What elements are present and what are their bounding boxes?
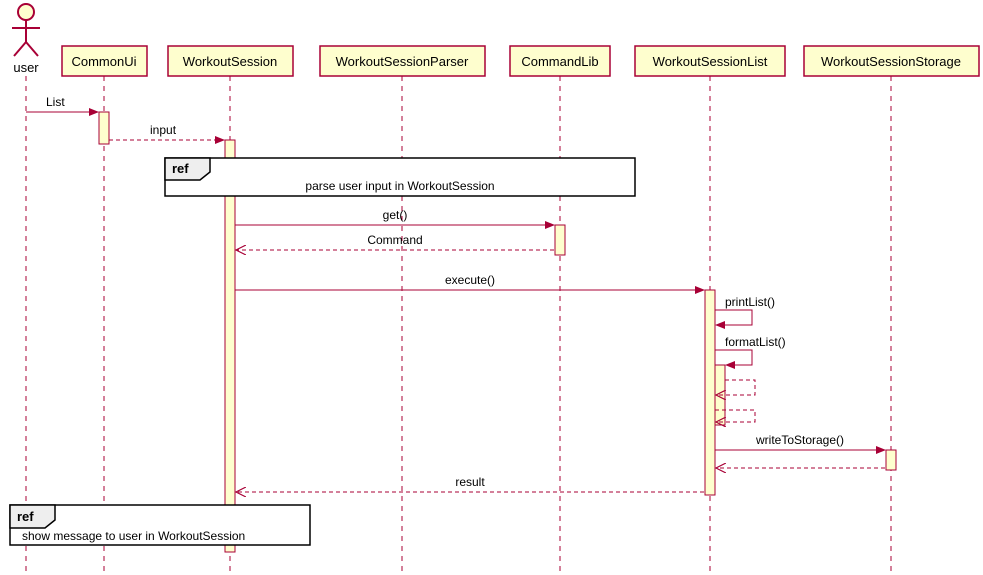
msg-input-label: input (150, 123, 177, 137)
svg-text:WorkoutSession: WorkoutSession (183, 54, 277, 69)
activation-commandlib (555, 225, 565, 255)
msg-execute-label: execute() (445, 273, 495, 287)
svg-text:WorkoutSessionParser: WorkoutSessionParser (336, 54, 469, 69)
activation-storage (886, 450, 896, 470)
svg-text:ref: ref (17, 509, 34, 524)
svg-text:show message to user in Workou: show message to user in WorkoutSession (22, 529, 245, 543)
ref-show-message: ref show message to user in WorkoutSessi… (10, 505, 310, 545)
msg-command-label: Command (367, 233, 422, 247)
participant-parser: WorkoutSessionParser (320, 46, 485, 76)
msg-list-label: List (46, 95, 65, 109)
participant-storage: WorkoutSessionStorage (804, 46, 979, 76)
msg-printlist-label: printList() (725, 295, 775, 309)
participant-commonui: CommonUi (62, 46, 147, 76)
msg-printlist (715, 310, 752, 325)
svg-text:parse user input in WorkoutSes: parse user input in WorkoutSession (305, 179, 494, 193)
sequence-diagram: user CommonUi WorkoutSession WorkoutSess… (0, 0, 983, 575)
participant-workoutsession: WorkoutSession (168, 46, 293, 76)
participant-list: WorkoutSessionList (635, 46, 785, 76)
msg-writestorage-label: writeToStorage() (755, 433, 844, 447)
actor-label: user (13, 60, 39, 75)
msg-formatlist (715, 350, 752, 365)
activation-workoutsession (225, 140, 235, 552)
activation-list-main (705, 290, 715, 495)
msg-formatlist-label: formatList() (725, 335, 786, 349)
svg-text:WorkoutSessionList: WorkoutSessionList (653, 54, 768, 69)
actor-user: user (12, 4, 40, 75)
msg-result-label: result (455, 475, 485, 489)
msg-get-label: get() (383, 208, 408, 222)
svg-text:WorkoutSessionStorage: WorkoutSessionStorage (821, 54, 961, 69)
svg-text:CommonUi: CommonUi (71, 54, 136, 69)
svg-text:CommandLib: CommandLib (521, 54, 598, 69)
svg-text:ref: ref (172, 161, 189, 176)
activation-commonui (99, 112, 109, 144)
ref-parse-input: ref parse user input in WorkoutSession (165, 158, 635, 196)
participant-commandlib: CommandLib (510, 46, 610, 76)
